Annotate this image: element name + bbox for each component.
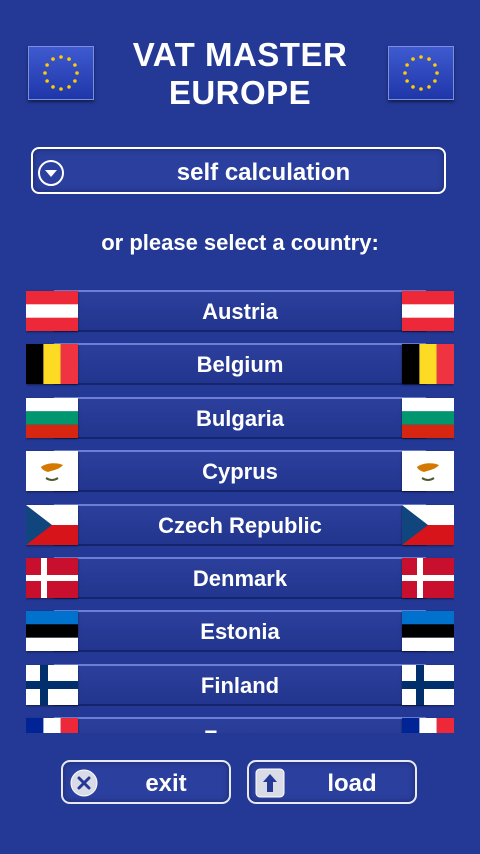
close-icon [70, 769, 98, 797]
exit-button[interactable]: exit [61, 760, 231, 804]
cyprus-flag-icon [402, 451, 454, 492]
country-name: Bulgaria [195, 405, 285, 431]
country-row-austria[interactable]: Austria [26, 285, 454, 338]
self-calculation-dropdown[interactable]: self calculation [31, 147, 446, 194]
country-name: Estonia [200, 619, 280, 645]
country-row-cyprus[interactable]: Cyprus [26, 445, 454, 498]
country-name: Belgium [196, 352, 284, 378]
country-row-bulgaria[interactable]: Bulgaria [26, 392, 454, 445]
country-name: Denmark [192, 565, 288, 591]
self-calculation-label: self calculation [176, 159, 351, 186]
country-name: Austria [202, 299, 278, 324]
header: VAT MASTER EUROPE [0, 36, 480, 116]
country-row-france[interactable]: France [26, 712, 454, 733]
france-flag-icon [402, 718, 454, 733]
eu-flag-icon [388, 46, 454, 100]
eu-flag-icon [28, 46, 94, 100]
country-row-czech[interactable]: Czech Republic [26, 499, 454, 552]
upload-icon [255, 768, 285, 798]
load-button[interactable]: load [247, 760, 417, 804]
belgium-flag-icon [402, 344, 454, 385]
estonia-flag-icon [402, 611, 454, 652]
czech-flag-icon [402, 504, 454, 545]
bulgaria-flag-icon [402, 397, 454, 438]
exit-label: exit [145, 770, 187, 797]
title-line-2: EUROPE [168, 74, 312, 111]
country-row-estonia[interactable]: Estonia [26, 605, 454, 658]
app-title: VAT MASTER EUROPE [100, 36, 380, 112]
country-row-denmark[interactable]: Denmark [26, 552, 454, 605]
load-label: load [327, 770, 377, 797]
country-list[interactable]: Austria Belgium Bulgaria Cyprus Czech Republ… [26, 285, 454, 733]
title-line-1: VAT MASTER [132, 36, 348, 73]
country-row-belgium[interactable]: Belgium [26, 338, 454, 391]
country-name: Finland [200, 672, 280, 698]
country-row-finland[interactable]: Finland [26, 659, 454, 712]
select-country-prompt: or please select a country: [101, 230, 379, 255]
finland-flag-icon [402, 664, 454, 705]
austria-flag-icon [402, 291, 454, 331]
country-name: France [26, 726, 454, 733]
country-name: Czech Republic [158, 512, 322, 538]
country-name: Cyprus [202, 459, 278, 485]
denmark-flag-icon [402, 557, 454, 598]
